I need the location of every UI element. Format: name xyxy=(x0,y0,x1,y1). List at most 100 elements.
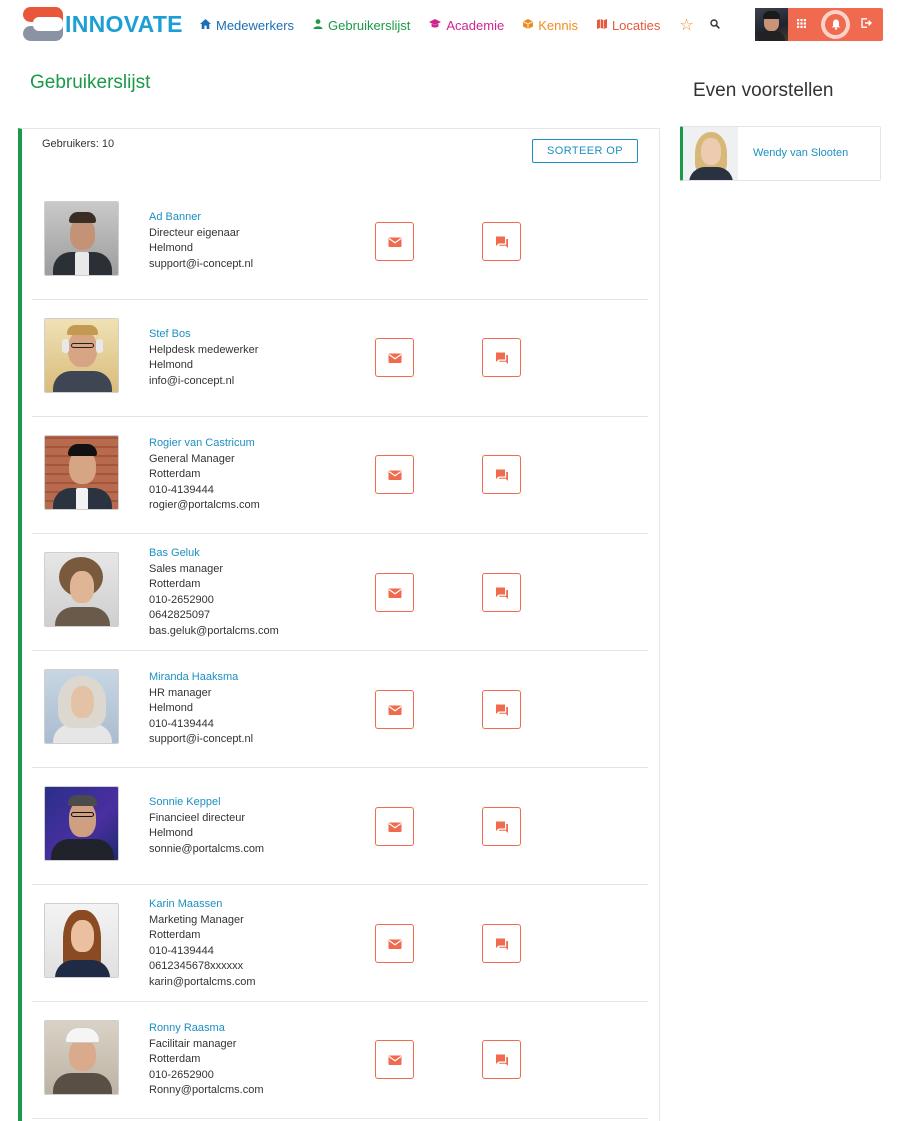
bell-icon xyxy=(825,14,846,35)
mail-icon xyxy=(388,1055,402,1065)
send-message-button[interactable] xyxy=(482,573,521,612)
user-info: Karin Maassen Marketing Manager Rotterda… xyxy=(149,897,256,990)
chat-icon xyxy=(496,587,508,599)
chat-icon xyxy=(496,821,508,833)
user-photo[interactable] xyxy=(44,1020,119,1095)
user-name-link[interactable]: Miranda Haaksma xyxy=(149,670,253,686)
user-detail: Directeur eigenaar xyxy=(149,226,240,239)
user-detail: 010-2652900 xyxy=(149,1068,214,1081)
user-detail: Ronny@portalcms.com xyxy=(149,1084,264,1096)
send-email-button[interactable] xyxy=(375,573,414,612)
user-detail: Helmond xyxy=(149,359,194,371)
user-detail: HR manager xyxy=(149,686,212,699)
nav-label-locaties: Locaties xyxy=(611,17,661,33)
chat-icon xyxy=(496,704,508,716)
mail-icon xyxy=(388,705,402,715)
user-detail: Marketing Manager xyxy=(149,913,244,926)
nav-label-medewerkers: Medewerkers xyxy=(216,17,295,33)
user-name-link[interactable]: Sonnie Keppel xyxy=(149,795,264,811)
main-nav: Medewerkers Gebruikerslijst Academie Ken… xyxy=(200,15,720,35)
nav-label-academie: Academie xyxy=(446,17,505,33)
user-detail: Helmond xyxy=(149,827,194,839)
apps-grid-icon[interactable] xyxy=(797,17,806,31)
mail-icon xyxy=(388,470,402,480)
user-photo[interactable] xyxy=(44,786,119,861)
chat-icon xyxy=(496,1054,508,1066)
send-message-button[interactable] xyxy=(482,338,521,377)
send-email-button[interactable] xyxy=(375,455,414,494)
user-name-link[interactable]: Rogier van Castricum xyxy=(149,436,260,452)
sort-button[interactable]: SORTEER OP xyxy=(532,139,638,163)
user-info: Stef Bos Helpdesk medewerker Helmond inf… xyxy=(149,327,258,389)
send-message-button[interactable] xyxy=(482,807,521,846)
star-icon[interactable]: ☆ xyxy=(679,15,693,35)
user-row: Sonnie Keppel Financieel directeur Helmo… xyxy=(32,768,648,885)
user-detail: Helpdesk medewerker xyxy=(149,343,259,356)
nav-item-locaties[interactable]: Locaties xyxy=(596,17,661,33)
nav-label-gebruikerslijst: Gebruikerslijst xyxy=(328,17,411,33)
user-photo[interactable] xyxy=(44,903,119,978)
chat-icon xyxy=(496,469,508,481)
user-avatar[interactable] xyxy=(755,8,788,41)
logout-icon[interactable] xyxy=(861,17,872,31)
user-name-link[interactable]: Ronny Raasma xyxy=(149,1021,263,1037)
chat-icon xyxy=(496,938,508,950)
nav-item-gebruikerslijst[interactable]: Gebruikerslijst xyxy=(313,18,410,33)
user-detail: info@i-concept.nl xyxy=(149,374,235,387)
user-detail: 010-4139444 xyxy=(149,944,214,957)
nav-item-academie[interactable]: Academie xyxy=(429,18,504,33)
map-icon xyxy=(596,18,607,32)
user-detail: rogier@portalcms.com xyxy=(149,499,260,511)
nav-label-kennis: Kennis xyxy=(538,17,578,33)
mail-icon xyxy=(388,237,402,247)
nav-item-medewerkers[interactable]: Medewerkers xyxy=(200,18,294,33)
user-detail: 010-2652900 xyxy=(149,593,214,606)
send-message-button[interactable] xyxy=(482,1040,521,1079)
user-toolbar xyxy=(755,8,883,41)
send-email-button[interactable] xyxy=(375,690,414,729)
user-name-link[interactable]: Stef Bos xyxy=(149,327,258,343)
featured-person-name[interactable]: Wendy van Slooten xyxy=(753,147,848,159)
person-icon xyxy=(313,18,323,32)
user-list-card: Gebruikers: 10 SORTEER OP Ad Banner Dire… xyxy=(18,128,660,1121)
user-detail: Rotterdam xyxy=(149,468,201,480)
user-detail: Financieel directeur xyxy=(149,811,245,824)
send-message-button[interactable] xyxy=(482,924,521,963)
user-detail: 0612345678xxxxxx xyxy=(149,960,244,972)
user-name-link[interactable]: Bas Geluk xyxy=(149,546,279,562)
user-detail: Rotterdam xyxy=(149,578,201,590)
send-email-button[interactable] xyxy=(375,807,414,846)
user-photo[interactable] xyxy=(44,201,119,276)
graduation-cap-icon xyxy=(429,18,442,32)
send-email-button[interactable] xyxy=(375,222,414,261)
sidebar-title: Even voorstellen xyxy=(693,80,834,101)
user-detail: Helmond xyxy=(149,702,194,714)
user-name-link[interactable]: Ad Banner xyxy=(149,210,253,226)
user-info: Miranda Haaksma HR manager Helmond 010-4… xyxy=(149,670,253,748)
nav-item-kennis[interactable]: Kennis xyxy=(523,18,578,33)
send-email-button[interactable] xyxy=(375,1040,414,1079)
notifications-button[interactable] xyxy=(821,10,850,39)
user-detail: 010-4139444 xyxy=(149,483,214,496)
innovate-logo[interactable]: INNOVATE xyxy=(23,6,183,42)
user-row: Karin Maassen Marketing Manager Rotterda… xyxy=(32,885,648,1002)
send-message-button[interactable] xyxy=(482,455,521,494)
user-detail: 010-4139444 xyxy=(149,717,214,730)
search-icon[interactable] xyxy=(710,18,720,32)
logo-mark-icon xyxy=(23,7,67,41)
send-email-button[interactable] xyxy=(375,924,414,963)
mail-icon xyxy=(388,353,402,363)
mail-icon xyxy=(388,588,402,598)
send-message-button[interactable] xyxy=(482,222,521,261)
featured-person-card[interactable]: Wendy van Slooten xyxy=(680,126,881,181)
user-row: Rogier van Castricum General Manager Rot… xyxy=(32,417,648,534)
user-photo[interactable] xyxy=(44,435,119,510)
user-photo[interactable] xyxy=(44,669,119,744)
send-email-button[interactable] xyxy=(375,338,414,377)
user-detail: General Manager xyxy=(149,452,235,465)
send-message-button[interactable] xyxy=(482,690,521,729)
user-photo[interactable] xyxy=(44,318,119,393)
user-photo[interactable] xyxy=(44,552,119,627)
user-row: Miranda Haaksma HR manager Helmond 010-4… xyxy=(32,651,648,768)
user-name-link[interactable]: Karin Maassen xyxy=(149,897,256,913)
